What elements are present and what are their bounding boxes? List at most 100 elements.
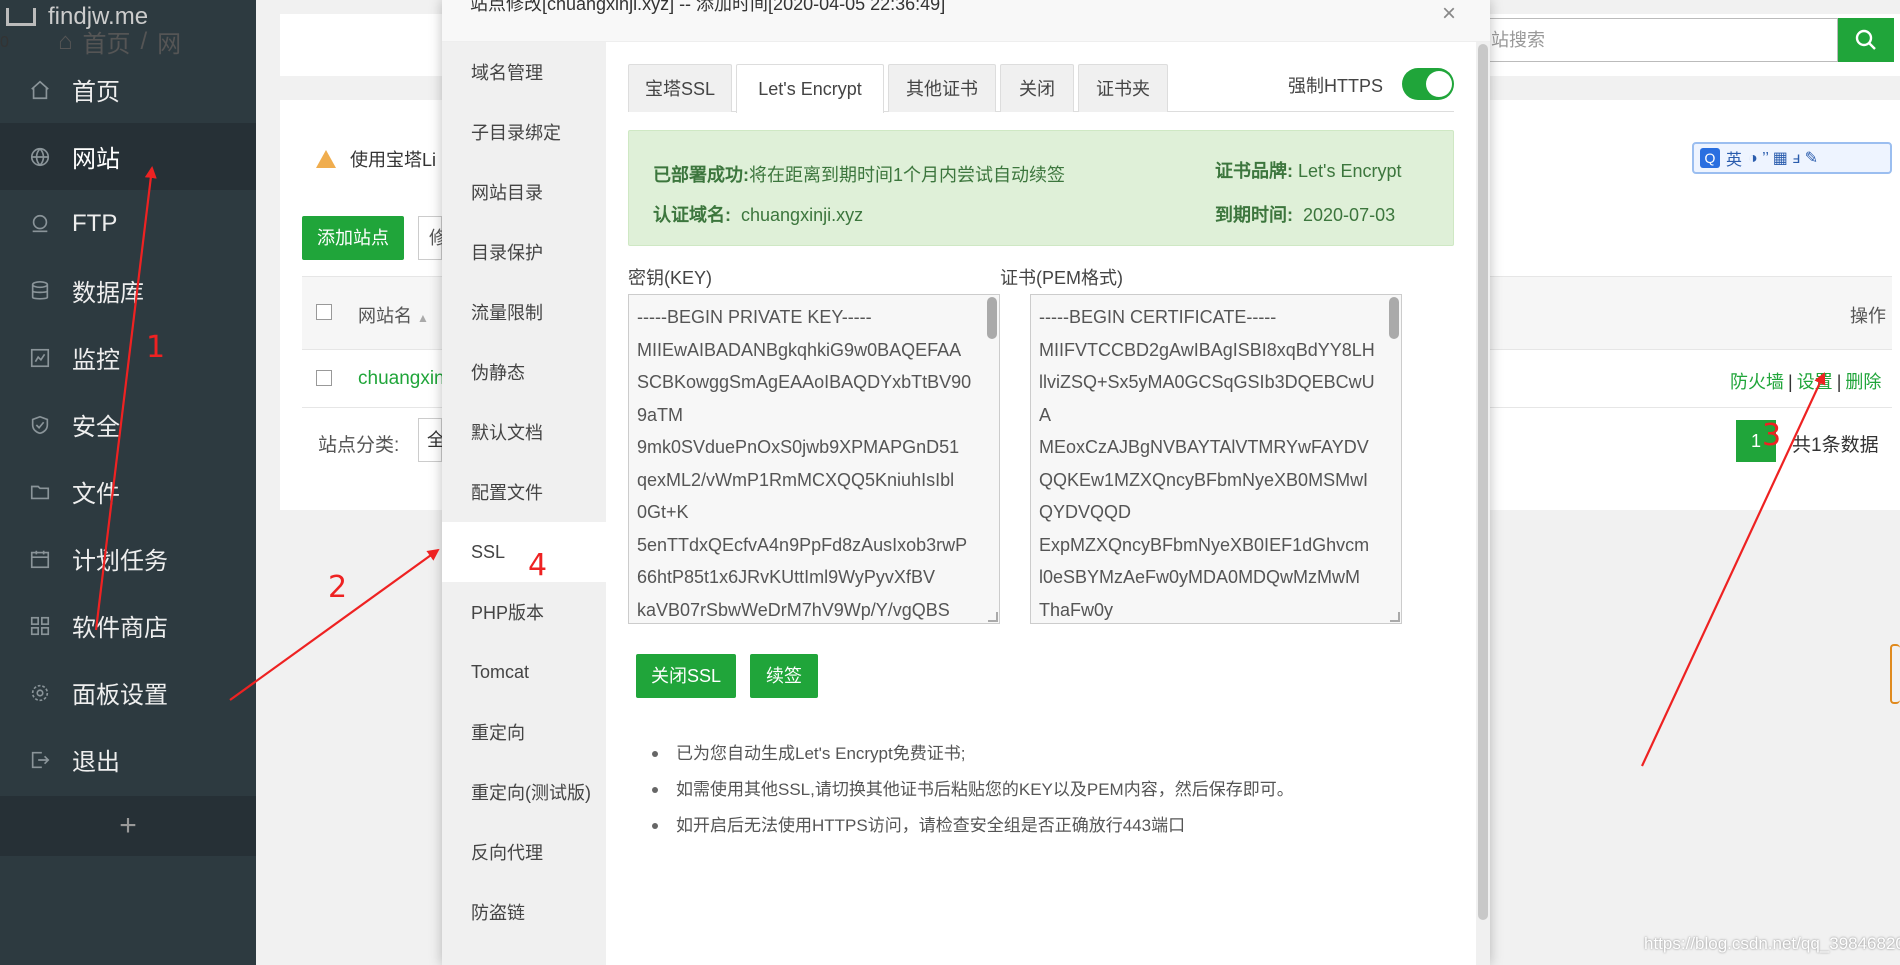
sidebar-item-website[interactable]: 网站 bbox=[0, 123, 256, 190]
side-drawer-handle[interactable] bbox=[1890, 644, 1900, 704]
firewall-link[interactable]: 防火墙 bbox=[1730, 372, 1784, 392]
ssl-notes: 已为您自动生成Let's Encrypt免费证书; 如需使用其他SSL,请切换其… bbox=[652, 740, 1294, 848]
cert-line: l0eSBYMzAeFw0yMDA0MDQwMzMwM bbox=[1039, 567, 1361, 587]
list-item: 如需使用其他SSL,请切换其他证书后粘贴您的KEY以及PEM内容，然后保存即可。 bbox=[652, 776, 1294, 812]
resize-grip-icon[interactable] bbox=[1390, 612, 1400, 622]
list-item: 如开启后无法使用HTTPS访问，请检查安全组是否正确放行443端口 bbox=[652, 812, 1294, 848]
gear-icon bbox=[28, 681, 52, 705]
ime-tool-icons[interactable]: ◑ ’’ ▦ ⅎ ✎ bbox=[1748, 148, 1818, 168]
search-button[interactable] bbox=[1838, 18, 1894, 62]
resize-grip-icon[interactable] bbox=[988, 612, 998, 622]
modal-title-text: 站点修改[chuangxinji.xyz] -- 添加时间[2020-04-05… bbox=[470, 0, 946, 14]
column-header-site[interactable]: 网站名 ▲ bbox=[358, 302, 429, 328]
nav-redirect[interactable]: 重定向 bbox=[442, 702, 606, 762]
breadcrumb: ⌂ 首页 / 网 bbox=[58, 24, 181, 59]
scroll-thumb[interactable] bbox=[1389, 297, 1399, 339]
delete-link[interactable]: 删除 bbox=[1845, 372, 1881, 392]
site-name-link[interactable]: chuangxin bbox=[358, 368, 445, 390]
tab-bt-ssl[interactable]: 宝塔SSL bbox=[628, 64, 732, 112]
nav-default-doc[interactable]: 默认文档 bbox=[442, 402, 606, 462]
sidebar-item-label: FTP bbox=[72, 209, 118, 237]
tab-letsencrypt[interactable]: Let's Encrypt bbox=[736, 64, 884, 113]
sidebar-add-button[interactable]: + bbox=[0, 796, 256, 856]
nav-php-version[interactable]: PHP版本 bbox=[442, 582, 606, 642]
key-line: MIIEwAIBADANBgkqhkiG9w0BAQEFAA bbox=[637, 339, 962, 360]
nav-rewrite[interactable]: 伪静态 bbox=[442, 342, 606, 402]
category-label: 站点分类: bbox=[318, 435, 400, 456]
settings-link[interactable]: 设置 bbox=[1797, 372, 1833, 392]
sidebar-item-security[interactable]: 安全 bbox=[0, 391, 256, 458]
tab-other-cert[interactable]: 其他证书 bbox=[888, 64, 996, 112]
nav-domain[interactable]: 域名管理 bbox=[442, 42, 606, 102]
tab-cert-folder[interactable]: 证书夹 bbox=[1078, 64, 1168, 112]
renew-button[interactable]: 续签 bbox=[750, 654, 818, 698]
server-logo-icon bbox=[6, 8, 36, 26]
add-site-button[interactable]: 添加站点 bbox=[302, 216, 404, 260]
close-ssl-button[interactable]: 关闭SSL bbox=[636, 654, 736, 698]
sidebar-item-monitor[interactable]: 监控 bbox=[0, 324, 256, 391]
folder-icon bbox=[28, 480, 52, 504]
row-actions: 防火墙 | 设置 | 删除 bbox=[1730, 368, 1881, 394]
cert-line: ExpMZXQncyBFbmNyeXB0IEF1dGhvcm bbox=[1039, 534, 1370, 555]
breadcrumb-home[interactable]: 首页 bbox=[83, 24, 131, 59]
modal-scrollbar[interactable] bbox=[1476, 42, 1490, 965]
scroll-thumb[interactable] bbox=[987, 297, 997, 339]
sidebar-item-label: 网站 bbox=[72, 146, 120, 173]
sidebar-item-database[interactable]: 数据库 bbox=[0, 257, 256, 324]
private-key-textarea[interactable]: -----BEGIN PRIVATE KEY----- MIIEwAIBADAN… bbox=[628, 294, 1000, 624]
auth-domain-key: 认证域名: bbox=[653, 205, 731, 225]
deploy-status-key: 已部署成功: bbox=[653, 165, 749, 185]
site-search-input[interactable]: 站搜索 bbox=[1476, 18, 1838, 62]
ssl-status-box: 已部署成功:将在距离到期时间1个月内尝试自动续签 认证域名: chuangxin… bbox=[628, 130, 1454, 246]
annotation-number-3: 3 bbox=[1762, 418, 1782, 453]
key-scrollbar[interactable] bbox=[987, 297, 997, 615]
nav-redirect-beta[interactable]: 重定向(测试版) bbox=[442, 762, 606, 822]
nav-hotlink[interactable]: 防盗链 bbox=[442, 882, 606, 942]
sidebar-item-store[interactable]: 软件商店 bbox=[0, 592, 256, 659]
nav-subdir[interactable]: 子目录绑定 bbox=[442, 102, 606, 162]
sidebar-item-home[interactable]: 首页 bbox=[0, 56, 256, 123]
auth-domain: 认证域名: chuangxinji.xyz bbox=[653, 201, 863, 227]
sidebar-item-files[interactable]: 文件 bbox=[0, 458, 256, 525]
nav-ssl[interactable]: SSL bbox=[442, 522, 606, 582]
shield-icon bbox=[28, 413, 52, 437]
cert-scrollbar[interactable] bbox=[1389, 297, 1399, 615]
list-item: 已为您自动生成Let's Encrypt免费证书; bbox=[652, 740, 1294, 776]
private-key-content: -----BEGIN PRIVATE KEY----- MIIEwAIBADAN… bbox=[629, 295, 999, 623]
sidebar-item-ftp[interactable]: FTP bbox=[0, 190, 256, 257]
pager-total: 共1条数据 bbox=[1792, 435, 1879, 456]
nav-reverse-proxy[interactable]: 反向代理 bbox=[442, 822, 606, 882]
cert-line: llviZSQ+Sx5yMA0GCSqGSIb3DQEBCwU bbox=[1039, 372, 1375, 392]
nav-site-dir[interactable]: 网站目录 bbox=[442, 162, 606, 222]
close-icon[interactable]: × bbox=[1442, 0, 1456, 28]
cert-line: QYDVQQD bbox=[1039, 502, 1132, 522]
secondary-button[interactable]: 修 bbox=[418, 216, 447, 260]
scroll-thumb[interactable] bbox=[1478, 44, 1488, 920]
tab-close[interactable]: 关闭 bbox=[1000, 64, 1074, 112]
key-label: 密钥(KEY) bbox=[628, 268, 713, 288]
nav-config-file[interactable]: 配置文件 bbox=[442, 462, 606, 522]
cert-brand: 证书品牌: Let's Encrypt bbox=[1215, 157, 1402, 183]
calendar-icon bbox=[28, 547, 52, 571]
sidebar-item-panel-settings[interactable]: 面板设置 bbox=[0, 659, 256, 726]
ftp-icon bbox=[28, 212, 52, 236]
ime-language[interactable]: 英 bbox=[1726, 146, 1742, 170]
key-line: -----BEGIN PRIVATE KEY----- bbox=[637, 307, 872, 327]
row-checkbox[interactable] bbox=[316, 370, 332, 386]
category-select[interactable]: 全 bbox=[418, 418, 445, 462]
sidebar-item-label: 计划任务 bbox=[72, 548, 168, 575]
globe-icon bbox=[28, 145, 52, 169]
sidebar-item-logout[interactable]: 退出 bbox=[0, 726, 256, 793]
certificate-textarea[interactable]: -----BEGIN CERTIFICATE----- MIIFVTCCBD2g… bbox=[1030, 294, 1402, 624]
select-all-checkbox[interactable] bbox=[316, 304, 332, 320]
nav-tomcat[interactable]: Tomcat bbox=[442, 642, 606, 702]
force-https-toggle[interactable] bbox=[1402, 68, 1454, 100]
sidebar-item-label: 安全 bbox=[72, 414, 120, 441]
ime-toolbar[interactable]: Q 英 ◑ ’’ ▦ ⅎ ✎ bbox=[1692, 142, 1892, 174]
nav-dir-protect[interactable]: 目录保护 bbox=[442, 222, 606, 282]
sidebar-item-cron[interactable]: 计划任务 bbox=[0, 525, 256, 592]
key-line: 5enTTdxQEcfvA4n9PpFd8zAusIxob3rwP bbox=[637, 534, 968, 555]
nav-traffic-limit[interactable]: 流量限制 bbox=[442, 282, 606, 342]
site-settings-modal: 站点修改[chuangxinji.xyz] -- 添加时间[2020-04-05… bbox=[442, 0, 1490, 965]
modal-nav: 域名管理 子目录绑定 网站目录 目录保护 流量限制 伪静态 默认文档 配置文件 … bbox=[442, 42, 606, 965]
